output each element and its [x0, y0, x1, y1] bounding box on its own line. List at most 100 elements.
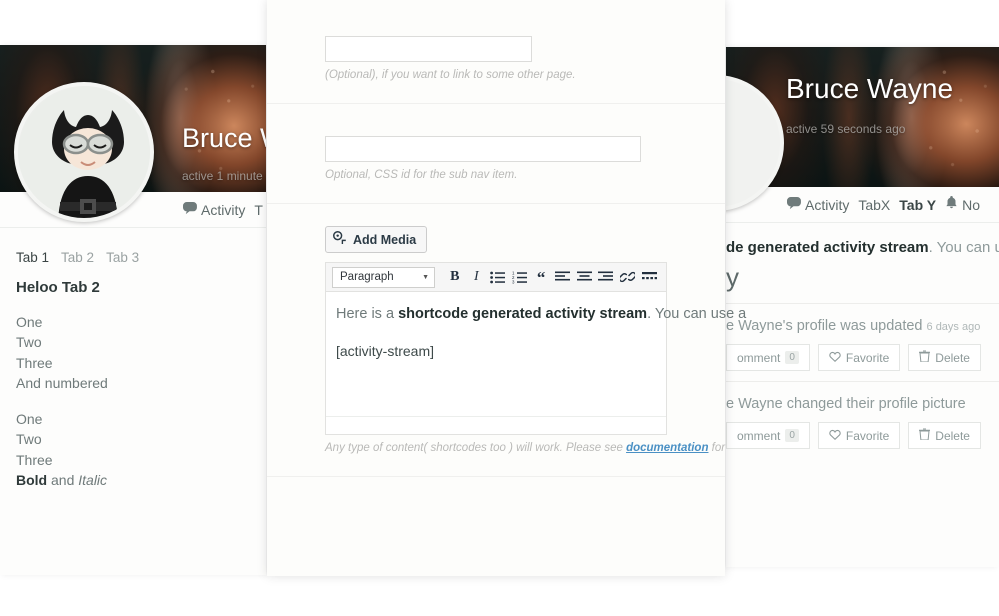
media-icon: [333, 231, 347, 248]
favorite-label: Favorite: [845, 428, 890, 443]
formatted-line: Bold and Italic: [16, 470, 250, 490]
right-nav-item-notifications[interactable]: No: [945, 196, 980, 213]
link-field-group: (Optional), if you want to link to some …: [267, 0, 725, 103]
activity-comment-label: omment: [737, 350, 781, 365]
left-nav-item-truncated[interactable]: T: [254, 202, 263, 218]
comment-icon: [182, 201, 197, 218]
cssid-field-help: Optional, CSS id for the sub nav item.: [325, 169, 518, 181]
favorite-button[interactable]: Favorite: [817, 344, 901, 371]
activity-item: e Wayne changed their profile picture om…: [726, 381, 999, 459]
css-id-input[interactable]: [325, 136, 641, 162]
italic-icon[interactable]: I: [466, 266, 488, 288]
activity-text-row: e Wayne changed their profile picture: [726, 396, 999, 412]
activity-text: e Wayne changed their profile picture: [726, 396, 966, 412]
link-icon[interactable]: [617, 266, 639, 288]
blockquote-icon[interactable]: “: [530, 266, 552, 288]
bold-icon[interactable]: B: [444, 266, 466, 288]
delete-label: Delete: [935, 350, 970, 365]
editor-help-pre: Any type of content( shortcodes too ) wi…: [325, 442, 627, 454]
align-right-icon[interactable]: [595, 266, 617, 288]
format-select[interactable]: Paragraph ▼: [332, 266, 435, 288]
left-nav-label-activity: Activity: [201, 201, 246, 218]
list-item: And numbered: [16, 374, 108, 391]
link-url-input[interactable]: [325, 36, 532, 62]
activity-stream-intro: de generated activity stream. You can u: [726, 223, 999, 256]
add-media-button[interactable]: Add Media: [325, 226, 428, 253]
editor-text-post: . You can use a: [647, 306, 747, 322]
delete-button[interactable]: Delete: [908, 422, 981, 449]
cssid-field-group: Optional, CSS id for the sub nav item.: [267, 104, 725, 203]
content-editor-group: Add Media Paragraph ▼ B I 123 “ Here is …: [267, 204, 746, 454]
delete-button[interactable]: Delete: [908, 344, 981, 371]
list-item: Two: [16, 334, 42, 351]
right-nav-label-activity: Activity: [805, 196, 850, 213]
list-item: Two: [16, 431, 42, 448]
comment-count-badge: 0: [785, 429, 799, 442]
documentation-link[interactable]: documentation: [626, 442, 708, 454]
activity-item: e Wayne's profile was updated 6 days ago…: [726, 303, 999, 381]
right-nav-label-notifications: No: [962, 196, 980, 213]
comment-count-badge: 0: [785, 351, 799, 364]
wysiwyg-editor: Paragraph ▼ B I 123 “ Here is a shortcod…: [325, 262, 746, 435]
tab-1[interactable]: Tab 1: [16, 250, 49, 265]
favorite-button[interactable]: Favorite: [817, 422, 901, 449]
favorite-label: Favorite: [845, 350, 890, 365]
list-item: Three: [16, 354, 53, 371]
activity-timestamp: 6 days ago: [926, 321, 981, 333]
left-nav-item-activity[interactable]: Activity: [182, 201, 246, 218]
align-left-icon[interactable]: [552, 266, 574, 288]
form-divider: [267, 476, 725, 477]
right-nav-item-activity[interactable]: Activity: [786, 196, 850, 213]
list-item: One: [16, 411, 43, 428]
align-center-icon[interactable]: [574, 266, 596, 288]
bell-icon: [945, 196, 958, 213]
svg-text:3: 3: [512, 279, 515, 283]
activity-comment-label: omment: [737, 428, 781, 443]
left-panel-content: Tab 1 Tab 2 Tab 3 Heloo Tab 2 One Two Th…: [0, 228, 266, 506]
right-nav-item-taby[interactable]: Tab Y: [899, 197, 936, 213]
left-profile-status: active 1 minute ago: [182, 169, 266, 183]
list-item: Three: [16, 451, 53, 468]
comment-button[interactable]: omment 0: [726, 422, 810, 449]
link-field-help: (Optional), if you want to link to some …: [325, 69, 576, 81]
activity-text-row: e Wayne's profile was updated 6 days ago: [726, 318, 999, 334]
editor-toolbar: Paragraph ▼ B I 123 “: [326, 263, 666, 292]
right-nav-item-tabx[interactable]: TabX: [858, 197, 890, 213]
numbered-list: One Two Three Bold and Italic: [16, 409, 250, 490]
tab-2[interactable]: Tab 2: [61, 250, 94, 265]
mid-text: and: [47, 472, 79, 489]
editor-statusbar: [326, 416, 666, 434]
italic-text: Italic: [78, 472, 108, 489]
bullet-list-icon[interactable]: [487, 266, 509, 288]
right-profile-name: Bruce Wayne: [786, 73, 954, 104]
editor-paragraph-2: [activity-stream]: [336, 342, 435, 359]
editor-help-post: for: [708, 442, 726, 454]
intro-bold-text: de generated activity stream: [726, 239, 929, 256]
editor-content-area[interactable]: Here is a shortcode generated activity s…: [326, 292, 746, 416]
bulleted-list: One Two Three And numbered: [16, 312, 250, 393]
editor-paragraph-1: Here is a shortcode generated activity s…: [336, 304, 746, 326]
bold-text: Bold: [16, 472, 48, 489]
left-panel-heading: Heloo Tab 2: [16, 279, 100, 296]
left-avatar[interactable]: [14, 82, 154, 222]
list-item: One: [16, 314, 43, 330]
editor-text-pre: Here is a: [336, 306, 399, 322]
activity-actions: omment 0 Favorite Delete: [726, 344, 999, 371]
right-profile-nav: Activity TabX Tab Y No: [726, 187, 999, 223]
read-more-icon[interactable]: [638, 266, 660, 288]
right-panel-content: de generated activity stream. You can u …: [726, 223, 999, 459]
delete-label: Delete: [935, 428, 970, 443]
comment-button[interactable]: omment 0: [726, 344, 810, 371]
right-profile-panel: Bruce Wayne active 59 seconds ago Activi…: [726, 47, 999, 567]
intro-muted-text: . You can u: [928, 239, 999, 256]
admin-form-panel: (Optional), if you want to link to some …: [267, 0, 746, 576]
left-profile-panel: Bruce Wayne active 1 minute ago: [0, 45, 266, 575]
heart-icon: [829, 351, 841, 365]
left-inner-tabs: Tab 1 Tab 2 Tab 3: [16, 250, 250, 265]
activity-actions: omment 0 Favorite Delete: [726, 422, 999, 449]
big-heading: y: [726, 262, 739, 292]
numbered-list-icon[interactable]: 123: [509, 266, 531, 288]
activity-text: e Wayne's profile was updated: [726, 318, 923, 334]
format-select-value: Paragraph: [340, 271, 394, 283]
tab-3[interactable]: Tab 3: [106, 250, 139, 265]
